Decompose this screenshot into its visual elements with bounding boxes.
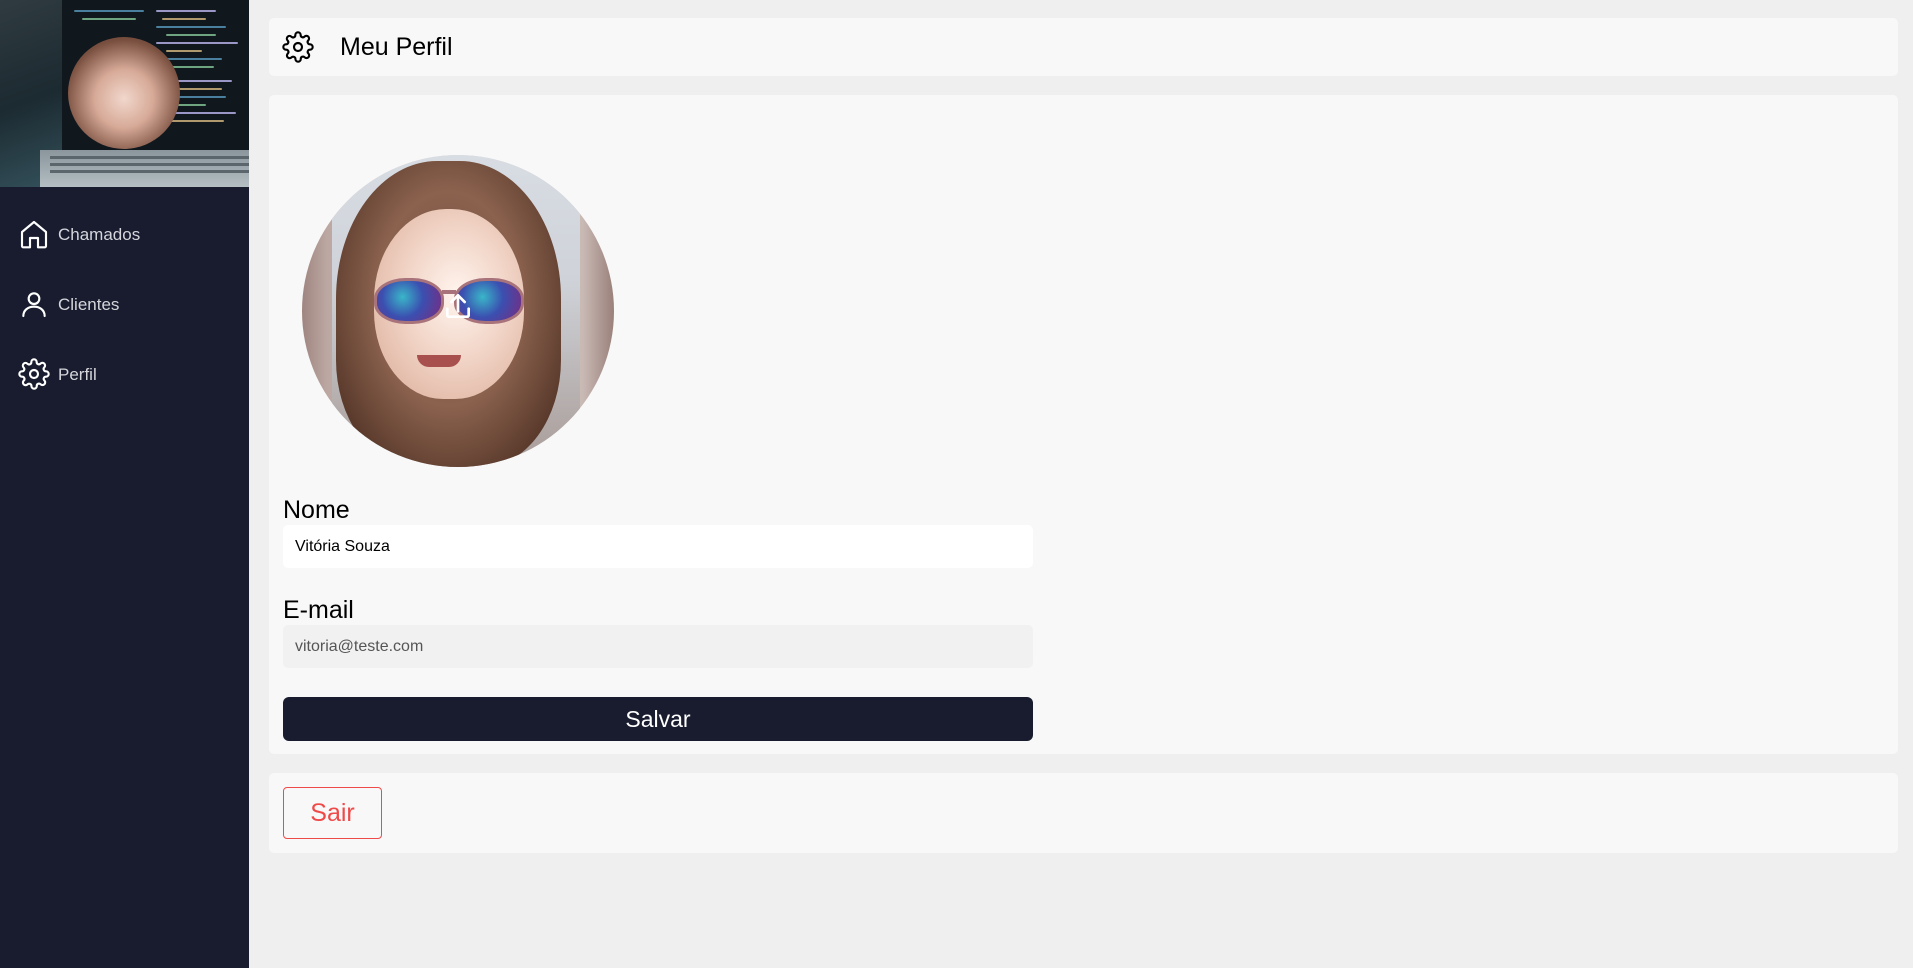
sidebar: Chamados Clientes Perfil [0, 0, 249, 968]
logout-button[interactable]: Sair [283, 787, 382, 839]
name-input[interactable] [283, 525, 1033, 568]
sidebar-item-clientes[interactable]: Clientes [0, 269, 249, 339]
gear-icon [18, 358, 50, 390]
logout-card: Sair [269, 773, 1898, 853]
page-title: Meu Perfil [340, 32, 453, 61]
sunglasses-left [374, 278, 444, 324]
gear-icon [282, 31, 314, 63]
sidebar-avatar [68, 37, 180, 149]
save-button[interactable]: Salvar [283, 697, 1033, 741]
sidebar-banner [0, 0, 249, 187]
sidebar-nav: Chamados Clientes Perfil [0, 187, 249, 409]
avatar-upload[interactable] [302, 155, 614, 467]
email-label: E-mail [283, 596, 354, 624]
profile-form-card: Nome E-mail Salvar [269, 95, 1898, 754]
sidebar-item-label: Chamados [58, 224, 141, 244]
sidebar-item-label: Clientes [58, 294, 120, 314]
sidebar-item-chamados[interactable]: Chamados [0, 199, 249, 269]
upload-icon[interactable] [442, 290, 474, 322]
page-header: Meu Perfil [269, 18, 1898, 76]
name-label: Nome [283, 496, 350, 524]
sidebar-item-label: Perfil [58, 364, 97, 384]
home-icon [20, 220, 48, 249]
email-input [283, 625, 1033, 668]
user-icon [22, 292, 46, 318]
sidebar-item-perfil[interactable]: Perfil [0, 339, 249, 409]
